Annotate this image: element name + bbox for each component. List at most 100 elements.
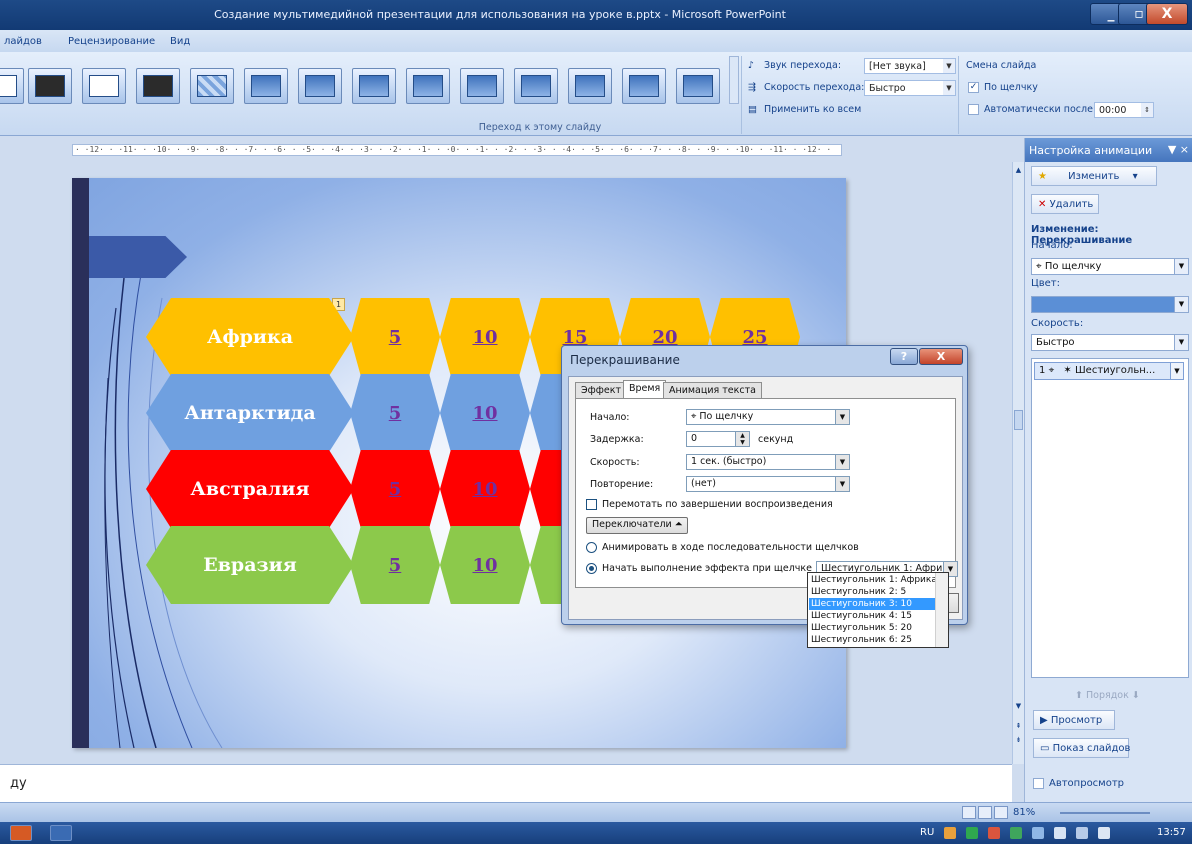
tab-slides[interactable]: лайдов <box>4 36 42 47</box>
notes-pane[interactable]: ду <box>0 764 1012 802</box>
apply-all-button[interactable]: Применить ко всем <box>764 104 861 115</box>
color-select[interactable]: ▼ <box>1031 296 1189 313</box>
hex-africa-5[interactable]: 5 <box>350 298 440 376</box>
language-indicator[interactable]: RU <box>920 827 934 838</box>
ruler: · ·12· · ·11· · ·10· · ·9· · ·8· · ·7· ·… <box>0 138 1012 162</box>
transition-thumb-13[interactable] <box>676 68 720 104</box>
trigger-option-selected[interactable]: Шестиугольник 3: 10 <box>809 598 935 610</box>
transition-thumb-0[interactable] <box>0 68 24 104</box>
auto-time-input[interactable]: 00:00 ⇕ <box>1094 102 1154 118</box>
autopreview-checkbox[interactable] <box>1033 778 1044 789</box>
chevron-up-icon: ⏶ <box>674 519 683 530</box>
tray-icon[interactable] <box>966 827 978 839</box>
trigger-option[interactable]: Шестиугольник 1: Африка <box>809 574 935 586</box>
tab-review[interactable]: Рецензирование <box>68 36 155 47</box>
effect-list[interactable]: 1 ⌖ ✶ Шестиугольн... ▼ <box>1031 358 1189 678</box>
hex-australia-10[interactable]: 10 <box>440 450 530 528</box>
hex-eurasia-10[interactable]: 10 <box>440 526 530 604</box>
vertical-scrollbar[interactable]: ▲ ▼ ⇞ ⇟ <box>1012 162 1024 764</box>
start-select[interactable]: ⌖ По щелчку ▼ <box>686 409 850 425</box>
reorder-controls[interactable]: ⬆ Порядок ⬇ <box>1075 690 1140 701</box>
triggers-button[interactable]: Переключатели ⏶ <box>586 517 689 534</box>
trigger-option[interactable]: Шестиугольник 5: 20 <box>809 622 935 634</box>
tray-icon[interactable] <box>1010 827 1022 839</box>
repeat-select[interactable]: (нет) ▼ <box>686 476 850 492</box>
normal-view-icon[interactable] <box>962 806 976 819</box>
gallery-scrollbar[interactable] <box>729 56 739 104</box>
speed-select[interactable]: 1 сек. (быстро) ▼ <box>686 454 850 470</box>
tab-text-animation[interactable]: Анимация текста <box>663 382 762 399</box>
trigger-option[interactable]: Шестиугольник 4: 15 <box>809 610 935 622</box>
transition-thumb-4[interactable] <box>190 68 234 104</box>
hex-australia-5[interactable]: 5 <box>350 450 440 528</box>
transition-thumb-12[interactable] <box>622 68 666 104</box>
trigger-option[interactable]: Шестиугольник 6: 25 <box>809 634 935 646</box>
trigger-option[interactable]: Шестиугольник 2: 5 <box>809 586 935 598</box>
move-up-icon[interactable]: ⬆ <box>1075 690 1083 701</box>
next-slide-icon[interactable]: ⇟ <box>1014 736 1023 744</box>
window-task-icon[interactable] <box>50 825 72 841</box>
flag-icon[interactable] <box>1054 827 1066 839</box>
hex-africa-10[interactable]: 10 <box>440 298 530 376</box>
scroll-down-icon[interactable]: ▼ <box>1014 702 1023 710</box>
rewind-checkbox[interactable] <box>586 499 597 510</box>
speed-select[interactable]: Быстро ▼ <box>1031 334 1189 351</box>
zoom-slider[interactable] <box>1060 812 1150 814</box>
scroll-up-icon[interactable]: ▲ <box>1014 166 1023 174</box>
auto-after-checkbox[interactable] <box>968 104 979 115</box>
zoom-level[interactable]: 81% <box>1013 807 1035 818</box>
animate-seq-radio[interactable] <box>586 542 597 553</box>
dialog-close-button[interactable]: X <box>919 348 963 365</box>
hex-eurasia[interactable]: Евразия <box>146 526 354 604</box>
hex-antarctica-10[interactable]: 10 <box>440 374 530 452</box>
transition-thumb-5[interactable] <box>244 68 288 104</box>
tab-effect[interactable]: Эффект <box>575 382 627 399</box>
chevron-down-icon: ▼ <box>835 477 849 491</box>
hex-antarctica-5[interactable]: 5 <box>350 374 440 452</box>
transition-thumb-3[interactable] <box>136 68 180 104</box>
hex-australia[interactable]: Австралия <box>146 450 354 528</box>
start-on-click-radio[interactable] <box>586 563 597 574</box>
move-down-icon[interactable]: ⬇ <box>1132 690 1140 701</box>
tray-icon[interactable] <box>944 827 956 839</box>
transition-thumb-11[interactable] <box>568 68 612 104</box>
help-button[interactable]: ? <box>890 348 918 365</box>
sorter-view-icon[interactable] <box>978 806 992 819</box>
tray-icon[interactable] <box>1032 827 1044 839</box>
close-window-button[interactable]: X <box>1146 3 1188 25</box>
start-select[interactable]: ⌖ По щелчку ▼ <box>1031 258 1189 275</box>
slideshow-button[interactable]: ▭ Показ слайдов <box>1033 738 1130 758</box>
tab-timing[interactable]: Время <box>623 380 667 400</box>
preview-button[interactable]: ▶ Просмотр <box>1033 710 1115 730</box>
tray-icon[interactable] <box>988 827 1000 839</box>
change-effect-button[interactable]: ★ Изменить ▾ <box>1031 166 1157 186</box>
hex-eurasia-5[interactable]: 5 <box>350 526 440 604</box>
transition-thumb-1[interactable] <box>28 68 72 104</box>
effect-list-item[interactable]: 1 ⌖ ✶ Шестиугольн... ▼ <box>1034 362 1184 380</box>
powerpoint-task-icon[interactable] <box>10 825 32 841</box>
pane-close-icon[interactable]: ▼ × <box>1168 143 1189 156</box>
trigger-dropdown-list[interactable]: Шестиугольник 1: Африка Шестиугольник 2:… <box>807 572 949 648</box>
delay-input[interactable]: 0 ▲ ▼ <box>686 431 750 447</box>
prev-slide-icon[interactable]: ⇞ <box>1014 722 1023 730</box>
delete-effect-button[interactable]: ✕ Удалить <box>1031 194 1099 214</box>
transition-thumb-9[interactable] <box>460 68 504 104</box>
hex-antarctica[interactable]: Антарктида <box>146 374 354 452</box>
slideshow-view-icon[interactable] <box>994 806 1008 819</box>
network-icon[interactable] <box>1076 827 1088 839</box>
dropdown-scrollbar[interactable] <box>935 573 948 647</box>
transition-thumb-8[interactable] <box>406 68 450 104</box>
transition-thumb-6[interactable] <box>298 68 342 104</box>
clock[interactable]: 13:57 <box>1157 827 1186 838</box>
tab-view[interactable]: Вид <box>170 36 190 47</box>
on-click-checkbox[interactable]: ✓ <box>968 82 979 93</box>
transition-thumb-7[interactable] <box>352 68 396 104</box>
spin-icon[interactable]: ▲ ▼ <box>735 432 749 446</box>
hex-africa[interactable]: Африка <box>146 298 354 376</box>
transition-thumb-2[interactable] <box>82 68 126 104</box>
transition-thumb-10[interactable] <box>514 68 558 104</box>
sound-combo[interactable]: [Нет звука] ▼ <box>864 58 956 74</box>
scroll-thumb[interactable] <box>1014 410 1023 430</box>
speed-combo[interactable]: Быстро ▼ <box>864 80 956 96</box>
volume-icon[interactable] <box>1098 827 1110 839</box>
